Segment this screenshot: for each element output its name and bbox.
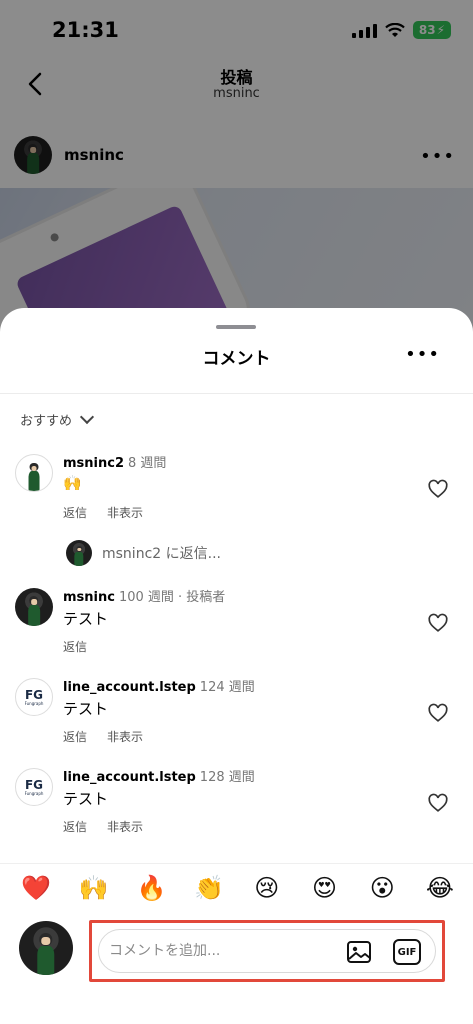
hide-button[interactable]: 非表示 [107, 504, 143, 521]
heart-icon[interactable] [427, 792, 449, 814]
comment-header: msninc 100 週間 · 投稿者 [63, 586, 225, 605]
comment-text: テスト [63, 700, 109, 718]
reply-button[interactable]: 返信 [63, 638, 87, 655]
heart-icon[interactable] [427, 478, 449, 500]
sort-dropdown[interactable]: おすすめ [20, 409, 95, 429]
current-user-avatar [19, 921, 73, 975]
comment-actions: 返信 非表示 [63, 728, 143, 745]
comment-input[interactable] [109, 938, 349, 964]
comment-username[interactable]: msninc2 [63, 456, 124, 471]
comment-compose-box: GIF [98, 929, 436, 973]
emoji-heart-button[interactable]: ❤️ [18, 874, 54, 902]
quick-emoji-bar: ❤️ 🙌 🔥 👏 😢 😍 😮 😂 [18, 874, 458, 902]
comment-text: テスト [63, 610, 109, 628]
comment-meta: 124 週間 [199, 680, 255, 695]
divider [0, 863, 473, 864]
commenter-avatar[interactable] [15, 454, 53, 492]
comment-username[interactable]: line_account.lstep [63, 770, 196, 785]
emoji-crying-button[interactable]: 😢 [249, 874, 285, 902]
reply-prompt[interactable]: msninc2 に返信... [102, 543, 221, 563]
emoji-surprised-button[interactable]: 😮 [364, 874, 400, 902]
heart-icon[interactable] [427, 702, 449, 724]
comment-text: 🙌 [63, 474, 82, 492]
heart-icon[interactable] [427, 612, 449, 634]
emoji-heart-eyes-button[interactable]: 😍 [307, 874, 343, 902]
sheet-title: コメント [202, 349, 271, 369]
reply-avatar [66, 540, 92, 566]
comment-meta: 100 週間 · 投稿者 [118, 590, 226, 605]
emoji-fire-button[interactable]: 🔥 [133, 874, 169, 902]
emoji-clap-button[interactable]: 👏 [191, 874, 227, 902]
image-icon[interactable] [345, 938, 373, 966]
comment-text: テスト [63, 790, 109, 808]
comment-meta: 8 週間 [128, 456, 167, 471]
comment-username[interactable]: msninc [63, 590, 115, 605]
commenter-avatar[interactable] [15, 588, 53, 626]
reply-button[interactable]: 返信 [63, 504, 87, 521]
sheet-grabber[interactable] [216, 325, 256, 329]
comment-actions: 返信 非表示 [63, 818, 143, 835]
comment-meta: 128 週間 [199, 770, 255, 785]
hide-button[interactable]: 非表示 [107, 818, 143, 835]
comments-sheet: コメント ••• おすすめ msninc2 8 週間 🙌 返信 非表示 msnin… [0, 308, 473, 1024]
commenter-avatar[interactable]: FG Fungraph [15, 678, 53, 716]
comment-actions: 返信 [63, 638, 87, 655]
comment-header: msninc2 8 週間 [63, 452, 166, 471]
commenter-avatar[interactable]: FG Fungraph [15, 768, 53, 806]
comment-actions: 返信 非表示 [63, 504, 143, 521]
fg-logo-icon: FG Fungraph [24, 777, 44, 796]
sheet-more-icon[interactable]: ••• [405, 344, 440, 365]
divider [0, 393, 473, 394]
comment-header: line_account.lstep 124 週間 [63, 676, 255, 695]
emoji-raised-hands-button[interactable]: 🙌 [76, 874, 112, 902]
comment-username[interactable]: line_account.lstep [63, 680, 196, 695]
sort-label: おすすめ [20, 414, 73, 429]
hide-button[interactable]: 非表示 [107, 728, 143, 745]
comment-header: line_account.lstep 128 週間 [63, 766, 255, 785]
comment-compose-highlight: GIF [89, 920, 445, 982]
emoji-laughing-button[interactable]: 😂 [422, 874, 458, 902]
reply-button[interactable]: 返信 [63, 728, 87, 745]
gif-button[interactable]: GIF [393, 939, 421, 965]
fg-logo-icon: FG Fungraph [24, 687, 44, 706]
reply-button[interactable]: 返信 [63, 818, 87, 835]
view-replies-row[interactable]: msninc2 に返信... [66, 540, 221, 566]
chevron-down-icon [79, 409, 95, 425]
